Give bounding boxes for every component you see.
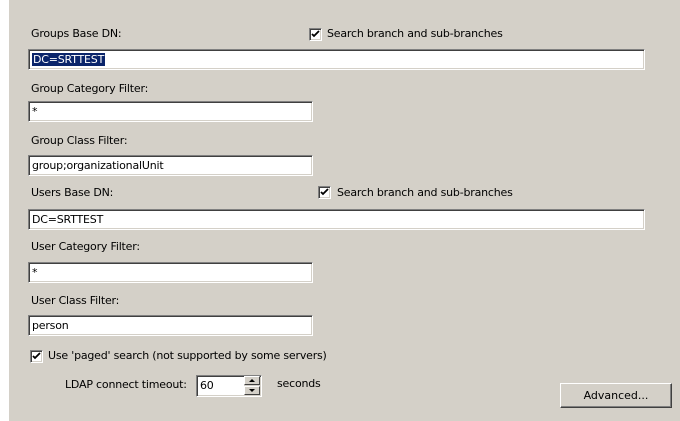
users-search-branch-checkbox[interactable] (318, 186, 331, 199)
user-class-filter-label: User Class Filter: (31, 294, 120, 307)
timeout-unit-label: seconds (277, 377, 321, 390)
users-base-dn-label: Users Base DN: (31, 186, 114, 199)
user-class-filter-input[interactable]: person (28, 315, 313, 336)
arrow-up-icon (249, 379, 255, 382)
check-icon (320, 188, 329, 196)
group-class-filter-label: Group Class Filter: (31, 134, 128, 147)
user-category-filter-input[interactable]: * (28, 262, 313, 283)
users-search-branch-label[interactable]: Search branch and sub-branches (337, 186, 513, 200)
check-icon (32, 352, 41, 360)
group-category-filter-label: Group Category Filter: (31, 82, 149, 95)
timeout-spinner[interactable] (244, 376, 260, 395)
paged-search-label[interactable]: Use 'paged' search (not supported by som… (48, 349, 327, 363)
users-base-dn-input[interactable]: DC=SRTTEST (28, 209, 645, 230)
user-category-filter-label: User Category Filter: (31, 240, 140, 253)
timeout-label: LDAP connect timeout: (65, 378, 187, 391)
spin-down-button[interactable] (244, 386, 260, 395)
arrow-down-icon (249, 389, 255, 392)
paged-search-checkbox[interactable] (30, 350, 43, 363)
groups-search-branch-label[interactable]: Search branch and sub-branches (327, 27, 503, 41)
group-class-filter-input[interactable]: group;organizationalUnit (28, 155, 313, 176)
group-category-filter-input[interactable]: * (28, 101, 313, 122)
check-icon (311, 30, 320, 38)
groups-search-branch-checkbox[interactable] (309, 28, 322, 41)
selected-text: DC=SRTTEST (32, 53, 106, 66)
groups-base-dn-input[interactable]: DC=SRTTEST (28, 49, 645, 70)
advanced-button[interactable]: Advanced... (560, 383, 672, 408)
spin-up-button[interactable] (244, 376, 260, 385)
ldap-settings-panel: Groups Base DN: Search branch and sub-br… (9, 0, 680, 421)
groups-base-dn-label: Groups Base DN: (31, 27, 122, 40)
